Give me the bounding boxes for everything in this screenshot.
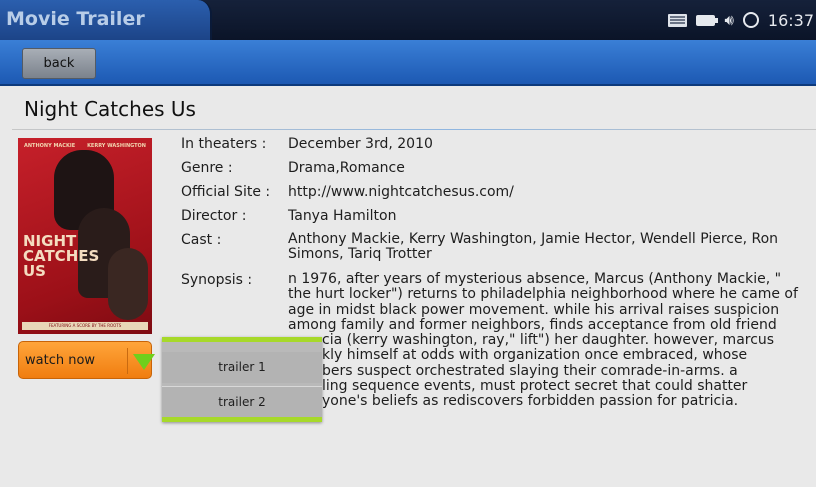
back-button[interactable]: back [22,48,96,79]
synopsis-line: n 1976, after years of mysterious absenc… [288,271,782,287]
poster-figure-graphic [108,248,148,320]
volume-icon[interactable]: 🔊︎ [724,11,733,29]
official-site-label: Official Site : [181,184,271,200]
toolbar: back [0,40,816,86]
cast-label: Cast : [181,232,222,248]
clock: 16:37 [767,10,814,30]
movie-poster: ANTHONY MACKIE KERRY WASHINGTON NIGHT CA… [18,138,152,334]
synopsis-line: among family and former neighbors, finds… [288,316,777,333]
trailer-item-1[interactable]: trailer 1 [162,352,322,383]
watch-now-label: watch now [25,353,96,368]
genre-value: Drama,Romance [288,160,405,176]
screen: Movie Trailer 🔊︎ 16:37 back Night Catche… [0,0,816,487]
synopsis-line: yone's beliefs as rediscovers forbidden … [322,393,739,410]
director-value: Tanya Hamilton [288,208,397,224]
synopsis-line: the hurt locker") returns to philadelphi… [288,286,798,303]
poster-actor-right: KERRY WASHINGTON [87,143,146,149]
poster-actors: ANTHONY MACKIE KERRY WASHINGTON [24,143,146,149]
keyboard-icon[interactable] [668,13,688,27]
genre-label: Genre : [181,160,233,176]
synopsis-text: n 1976, after years of mysterious absenc… [288,271,816,410]
poster-actor-left: ANTHONY MACKIE [24,143,76,149]
dropdown-arrow-icon[interactable] [133,354,155,370]
watch-now-separator [127,348,128,374]
sync-icon[interactable] [742,12,759,28]
official-site-link[interactable]: http://www.nightcatchesus.com/ [288,184,816,200]
trailer-item-2[interactable]: trailer 2 [162,386,322,417]
director-label: Director : [181,208,247,224]
poster-title-line: US [23,262,46,280]
release-date-value: December 3rd, 2010 [288,136,433,152]
status-icons: 🔊︎ 16:37 [668,0,816,40]
trailer-menu: trailer 1 trailer 2 [162,337,322,422]
page-title: Night Catches Us [24,97,196,121]
synopsis-line: age in midst black power movement. while… [288,301,780,318]
synopsis-line: kly himself at odds with organization on… [322,347,748,364]
synopsis-line: cia (kerry washington, ray," lift") her … [322,332,775,349]
app-title-tab: Movie Trailer [0,0,212,40]
watch-now-button[interactable]: watch now [18,341,155,379]
synopsis-line: ling sequence events, must protect secre… [322,378,748,395]
synopsis-line: bers suspect orchestrated slaying their … [322,362,738,379]
battery-icon [696,14,719,26]
app-title: Movie Trailer [6,8,145,30]
release-date-label: In theaters : [181,136,267,152]
poster-strip: FEATURING A SCORE BY THE ROOTS [22,322,148,330]
synopsis-label: Synopsis : [181,272,253,288]
status-bar: Movie Trailer 🔊︎ 16:37 [0,0,816,40]
title-divider [12,129,816,130]
poster-title: NIGHT CATCHES US [23,234,99,280]
cast-value: Anthony Mackie, Kerry Washington, Jamie … [288,231,779,262]
